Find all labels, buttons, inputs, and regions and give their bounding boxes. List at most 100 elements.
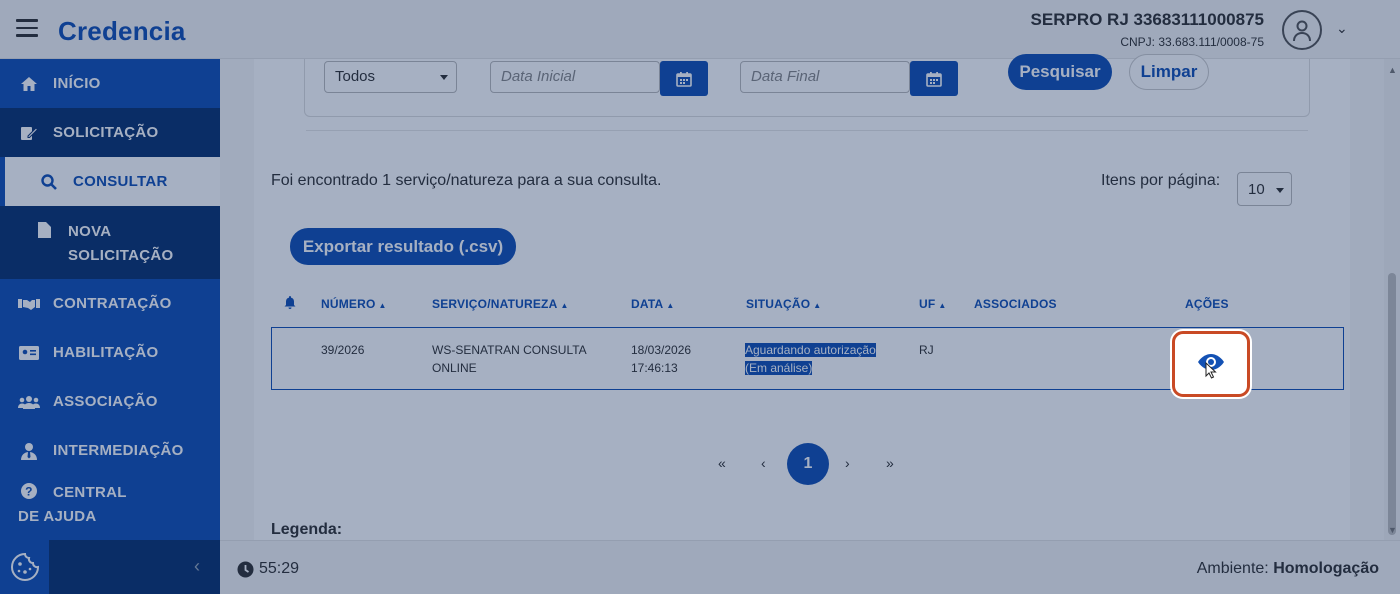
file-icon <box>33 222 55 238</box>
sidebar-item-nova-solicitacao[interactable]: NOVA SOLICITAÇÃO <box>0 206 220 279</box>
app-logo[interactable]: Credencia <box>58 16 186 47</box>
cell-servico-line: WS-SENATRAN CONSULTA <box>432 343 587 357</box>
content-card: Todos Data Inicial Data Final Pesquisar … <box>254 54 1350 540</box>
search-button[interactable]: Pesquisar <box>1008 54 1112 90</box>
sidebar: INÍCIO SOLICITAÇÃO CONSULTAR NOVA SOLICI… <box>0 59 220 540</box>
vertical-scrollbar[interactable]: ▲ ▼ <box>1384 59 1400 540</box>
column-header-label: SERVIÇO/NATUREZA <box>432 297 558 311</box>
handshake-icon <box>18 297 40 311</box>
session-timer: 55:29 <box>237 560 299 578</box>
pagination-current[interactable]: 1 <box>787 443 829 485</box>
pagination-first[interactable]: « <box>718 455 726 471</box>
column-header-acoes: AÇÕES <box>1185 297 1229 311</box>
column-header-associados: ASSOCIADOS <box>974 297 1057 311</box>
users-icon <box>18 395 40 409</box>
cell-uf: RJ <box>919 343 934 357</box>
clear-button[interactable]: Limpar <box>1129 54 1209 90</box>
pagination-last[interactable]: » <box>886 455 894 471</box>
column-header-servico[interactable]: SERVIÇO/NATUREZA ▲ <box>432 297 569 311</box>
sidebar-item-solicitacao[interactable]: SOLICITAÇÃO <box>0 108 220 157</box>
session-timer-value: 55:29 <box>259 560 300 577</box>
sort-icon: ▲ <box>938 301 947 310</box>
environment-label: Ambiente: <box>1196 560 1269 577</box>
sidebar-item-label: HABILITAÇÃO <box>53 344 159 361</box>
cell-data-line: 17:46:13 <box>631 361 678 375</box>
calendar-icon <box>926 71 942 87</box>
avatar[interactable] <box>1282 10 1322 50</box>
sidebar-item-label: NOVA SOLICITAÇÃO <box>68 223 174 264</box>
view-details-button[interactable] <box>1172 331 1250 397</box>
cookie-icon <box>10 552 39 581</box>
sidebar-item-associacao[interactable]: ASSOCIAÇÃO <box>0 377 220 426</box>
sidebar-footer: ‹ <box>0 540 220 594</box>
items-per-page-label: Itens por página: <box>1101 172 1221 189</box>
bell-icon <box>284 296 296 312</box>
main-content: Todos Data Inicial Data Final Pesquisar … <box>220 54 1384 540</box>
date-end-calendar-button[interactable] <box>910 61 958 96</box>
items-per-page-select[interactable]: 10 <box>1237 172 1292 206</box>
sidebar-item-label: CONTRATAÇÃO <box>53 295 172 312</box>
sidebar-item-habilitacao[interactable]: HABILITAÇÃO <box>0 328 220 377</box>
sidebar-item-label: CENTRAL DE AJUDA <box>18 484 127 525</box>
export-csv-button[interactable]: Exportar resultado (.csv) <box>290 228 516 265</box>
column-header-label: UF <box>919 297 936 311</box>
org-cnpj: CNPJ: 33.683.111/0008-75 <box>1120 35 1264 49</box>
cell-data-line: 18/03/2026 <box>631 343 692 357</box>
column-header-data[interactable]: DATA ▲ <box>631 297 674 311</box>
sidebar-item-inicio[interactable]: INÍCIO <box>0 59 220 108</box>
status-select[interactable]: Todos <box>324 61 457 93</box>
sort-icon: ▲ <box>378 301 387 310</box>
column-header-uf[interactable]: UF ▲ <box>919 297 947 311</box>
cell-situacao: Aguardando autorização (Em análise) <box>745 341 876 377</box>
id-card-icon <box>18 345 40 360</box>
sidebar-item-contratacao[interactable]: CONTRATAÇÃO <box>0 279 220 328</box>
sidebar-item-label: SOLICITAÇÃO <box>53 124 159 141</box>
pagination-prev[interactable]: ‹ <box>761 455 766 471</box>
pagination-next[interactable]: › <box>845 455 850 471</box>
column-header-situacao[interactable]: SITUAÇÃO ▲ <box>746 297 821 311</box>
sidebar-item-label: INÍCIO <box>53 75 101 92</box>
sort-icon: ▲ <box>666 301 675 310</box>
date-start-input[interactable]: Data Inicial <box>490 61 660 93</box>
cell-situacao-line: Aguardando autorização <box>745 343 876 357</box>
cookie-button[interactable] <box>0 540 49 594</box>
cell-situacao-line: (Em análise) <box>745 361 813 375</box>
search-icon <box>38 173 60 190</box>
chevron-down-icon[interactable]: ⌄ <box>1336 20 1348 37</box>
sidebar-item-label: ASSOCIAÇÃO <box>53 393 158 410</box>
scroll-thumb[interactable] <box>1388 273 1396 535</box>
chevron-left-icon[interactable]: ‹ <box>194 556 200 577</box>
date-end-input[interactable]: Data Final <box>740 61 910 93</box>
divider <box>306 130 1308 131</box>
scroll-up-icon[interactable]: ▲ <box>1388 65 1397 75</box>
org-name: SERPRO RJ 33683111000875 <box>1030 10 1264 29</box>
edit-document-icon <box>18 125 40 141</box>
cell-servico-line: ONLINE <box>432 361 477 375</box>
status-select-value: Todos <box>335 68 376 85</box>
cell-numero: 39/2026 <box>321 343 365 357</box>
sidebar-item-consultar[interactable]: CONSULTAR <box>0 157 220 206</box>
eye-icon <box>1198 354 1224 379</box>
date-start-calendar-button[interactable] <box>660 61 708 96</box>
results-summary: Foi encontrado 1 serviço/natureza para a… <box>271 172 662 189</box>
sidebar-item-intermediacao[interactable]: INTERMEDIAÇÃO <box>0 426 220 475</box>
menu-icon[interactable] <box>16 19 38 37</box>
column-header-label: SITUAÇÃO <box>746 297 811 311</box>
home-icon <box>18 76 40 92</box>
caret-down-icon <box>440 75 448 80</box>
top-bar: Credencia SERPRO RJ 33683111000875 CNPJ:… <box>0 0 1400 59</box>
sidebar-item-label: CONSULTAR <box>73 173 168 190</box>
environment-value: Homologação <box>1273 560 1379 577</box>
column-header-label: NÚMERO <box>321 297 376 311</box>
calendar-icon <box>676 71 692 87</box>
column-header-numero[interactable]: NÚMERO ▲ <box>321 297 387 311</box>
cell-servico: WS-SENATRAN CONSULTA ONLINE <box>432 341 587 377</box>
user-tie-icon <box>18 442 40 460</box>
sort-icon: ▲ <box>560 301 569 310</box>
caret-down-icon <box>1276 188 1284 193</box>
clock-icon <box>237 561 254 577</box>
sidebar-item-central-de-ajuda[interactable]: ? CENTRAL DE AJUDA <box>0 475 220 527</box>
sort-icon: ▲ <box>813 301 822 310</box>
legend-title: Legenda: <box>271 521 343 538</box>
scroll-down-icon[interactable]: ▼ <box>1388 525 1397 535</box>
